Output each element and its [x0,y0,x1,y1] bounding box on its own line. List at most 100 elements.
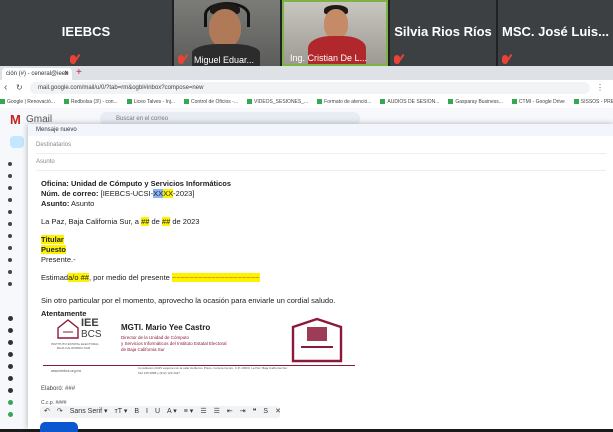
compose-window: Mensaje nuevo Destinatarios Asunto Ofici… [28,124,613,432]
sidebar-item-icon[interactable] [8,162,12,166]
label-dot[interactable] [8,400,13,405]
reload-icon[interactable]: ↻ [16,82,23,94]
label-dot[interactable] [8,316,13,321]
email-number-suffix: -2023] [173,189,195,198]
format-tool-button[interactable]: ⇤ [227,408,233,415]
label-dot[interactable] [8,340,13,345]
bookmark-item[interactable]: Gasparay Business... [448,96,503,108]
participant-caption: Miguel Eduar... [194,55,255,65]
format-tool-button[interactable]: ❝ [253,408,257,415]
sidebar-item-icon[interactable] [8,258,12,262]
format-tool-button[interactable]: B [134,408,139,415]
greeting-part2: a/o ## [68,273,89,282]
label-dot[interactable] [8,412,13,417]
bookmark-label: Redbolsa (3!) - con... [71,99,118,105]
email-number-selected: XX [153,189,164,198]
sidebar-item-icon[interactable] [8,270,12,274]
website-text[interactable]: www.ieebcs.org.mx [51,369,81,373]
date-prefix: La Paz, Baja California Sur, a [41,217,142,226]
bookmark-favicon-icon [64,99,69,105]
bookmark-label: CTMI - Google Drive [518,99,565,105]
bookmark-item[interactable]: AUDIOS DE SESION... [380,96,439,108]
recipient-title: Titular [41,235,64,244]
bookmark-item[interactable]: SISSOS - PREP 2021... [573,96,613,108]
signer-role-line3: de Baja California Sur [121,347,165,352]
subject-field[interactable]: Asunto [36,154,606,171]
format-tool-button[interactable]: ☰ [214,408,220,415]
url-input[interactable]: mail.google.com/mail/u/0/?tab=rm&ogbl#in… [30,82,590,94]
sidebar-item-icon[interactable] [8,210,12,214]
bookmark-item[interactable]: Liceo Talves - Inj... [126,96,175,108]
label-dot[interactable] [8,328,13,333]
participant-name: MSC. José Luis... [502,24,609,39]
format-tool-button[interactable]: A ▾ [167,408,177,415]
bookmark-item[interactable]: Google | Renovació... [0,96,55,108]
compose-button[interactable] [10,136,24,148]
send-button[interactable] [40,422,78,432]
bookmark-label: AUDIOS DE SESION... [387,99,440,105]
label-dot[interactable] [8,376,13,381]
signer-name: MGTI. Mario Yee Castro [121,323,211,332]
sidebar-item-icon[interactable] [8,282,12,286]
meeting-participant-strip: IEEBCS Miguel Eduar... Ing. Cristian De … [0,0,613,66]
participant-tile[interactable]: Silvia Rios Ríos [390,0,496,66]
format-tool-button[interactable]: ↶ [44,408,50,415]
sidebar-item-icon[interactable] [8,198,12,202]
sidebar-item-icon[interactable] [8,246,12,250]
date-month: ## [161,217,171,226]
format-tool-button[interactable]: I [146,408,148,415]
format-tool-button[interactable]: ⇥ [240,408,246,415]
format-tool-button[interactable]: ≡ ▾ [184,408,194,415]
extensions-icon[interactable]: ⋮ [596,82,604,94]
sidebar-item-icon[interactable] [8,234,12,238]
participant-tile[interactable]: IEEBCS [0,0,172,66]
mic-muted-icon [70,55,76,64]
bookmark-favicon-icon [0,99,5,105]
bookmark-item[interactable]: CTMI - Google Drive [511,96,565,108]
email-number-prefix: [IEEBCS-UCSI- [100,189,154,198]
bookmark-favicon-icon [246,99,252,105]
bookmark-item[interactable]: Control de Oficios -... [184,96,238,108]
format-tool-button[interactable]: S [263,408,268,415]
email-signature: IEE BCS INSTITUTO ESTATAL ELECTORAL BAJA… [43,317,355,379]
close-tab-icon[interactable]: ✕ [64,68,69,80]
participant-video-tile[interactable]: Miguel Eduar... [174,0,280,66]
format-tool-button[interactable]: ☰ [200,408,206,415]
greeting-part1: Estimad [41,273,69,282]
participant-video-tile-active[interactable]: Ing. Cristian De L... [282,0,388,66]
new-tab-icon[interactable]: + [76,67,82,79]
participant-tile[interactable]: MSC. José Luis... [498,0,613,66]
tab-title: ción (#) - ceneral@ieeb [6,71,69,77]
bookmark-item[interactable]: Redbolsa (3!) - con... [64,96,118,108]
ieebcs-logo-icon [57,319,79,339]
bookmark-item[interactable]: Formato de atenció... [317,96,371,108]
label-dot[interactable] [8,352,13,357]
back-icon[interactable]: ‹ [4,82,7,94]
presente-text: Presente.- [41,255,76,264]
sidebar-item-icon[interactable] [8,186,12,190]
bookmark-favicon-icon [380,99,386,105]
bookmark-favicon-icon [317,99,323,105]
format-tool-button[interactable]: ↷ [57,408,63,415]
format-tool-button[interactable]: Sans Serif ▾ [70,408,108,415]
sidebar-item-icon[interactable] [8,222,12,226]
label-dot[interactable] [8,364,13,369]
browser-tab-bar: ción (#) - ceneral@ieeb ✕ + [0,66,613,80]
bookmark-label: Google | Renovació... [7,99,55,105]
bookmark-item[interactable]: VIDEOS_SESIONES_... [246,96,308,108]
closing-text: Sin otro particular por el momento, apro… [41,296,336,305]
bookmark-label: Formato de atenció... [324,99,372,105]
bookmark-label: SISSOS - PREP 2021... [580,99,613,105]
browser-tab-gmail[interactable]: ción (#) - ceneral@ieeb ✕ [2,68,72,80]
compose-title: Mensaje nuevo [28,124,613,136]
gmail-logo-icon[interactable]: M [10,112,21,127]
format-tool-button[interactable]: ✕ [275,408,281,415]
format-tool-button[interactable]: U [155,408,160,415]
recipients-field[interactable]: Destinatarios [36,137,606,154]
bookmark-favicon-icon [126,99,132,105]
logo-text-bcs: BCS [81,329,102,340]
format-tool-button[interactable]: тT ▾ [115,408,128,415]
label-dot[interactable] [8,388,13,393]
ballot-box-icon [291,317,343,363]
sidebar-item-icon[interactable] [8,174,12,178]
